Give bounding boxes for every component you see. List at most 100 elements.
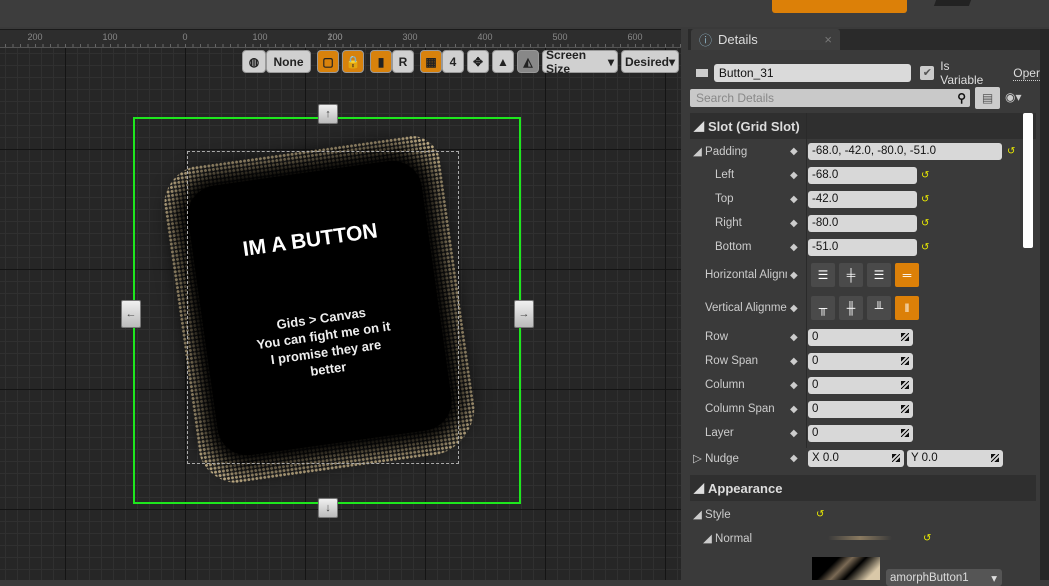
arrow-down-icon[interactable]: ↓ [318,498,338,518]
vertical-alignment-label: Vertical Alignment [705,302,787,314]
ruler-tick: 300 [402,32,418,42]
reset-icon[interactable]: ↺ [921,242,929,253]
section-slot[interactable]: ◢ Slot (Grid Slot) [690,113,1036,139]
section-appearance[interactable]: ◢ Appearance [690,475,1036,501]
ruler-tick: 200 [27,32,43,42]
image-asset-dropdown[interactable]: amorphButton1 ▾ [886,569,1002,586]
spin-icon [901,381,909,389]
brush-preview [828,536,892,540]
ruler-tick: 100 [102,32,118,42]
nudge-y-value: Y 0.0 [911,452,938,464]
binding-icon[interactable]: ◆ [790,404,798,415]
spin-icon [892,454,900,462]
arrow-right-icon[interactable]: → [514,300,534,328]
layer-label: Layer [705,427,734,439]
reset-icon[interactable]: ↺ [1007,146,1015,157]
bottom-label: Bottom [715,241,752,253]
row-input[interactable]: 0 [808,328,913,346]
binding-icon[interactable]: ◆ [790,242,798,253]
search-details-input[interactable]: Search Details ⚲ [690,89,970,107]
tab-details[interactable]: ⓘ Details × [691,29,840,50]
padding-input[interactable]: -68.0, -42.0, -80.0, -51.0 [808,142,1002,160]
padding-left-input[interactable]: -68.0 [808,166,917,184]
binding-icon[interactable]: ◆ [790,332,798,343]
arrow-left-icon[interactable]: ← [121,300,141,328]
close-icon[interactable]: × [824,32,832,47]
binding-icon[interactable]: ◆ [790,453,798,464]
arrow-up-icon[interactable]: ↑ [318,104,338,124]
screen-size-dropdown[interactable]: Screen Size ▾ [542,47,618,76]
is-variable-checkbox[interactable]: ✔ [920,66,935,80]
row-span-input[interactable]: 0 [808,352,913,370]
expand-icon[interactable]: ▷ [693,453,702,465]
padding-row: ◢ Padding ◆ -68.0, -42.0, -80.0, -51.0 ↺ [688,139,1034,163]
globe-icon[interactable]: ◍ [242,50,266,73]
layer-input[interactable]: 0 [808,424,913,442]
binding-icon[interactable]: ◆ [790,380,798,391]
column-label: Column [705,379,745,391]
open-link[interactable]: Oper [1013,66,1040,81]
reset-icon[interactable]: ↺ [921,170,929,181]
texture-thumbnail[interactable] [812,557,880,580]
background-image-icon[interactable]: ▲ [492,50,514,73]
ruler-tick: 0 [182,32,188,42]
zoom-fit-icon[interactable]: ✥ [467,50,489,73]
binding-icon[interactable]: ◆ [790,270,798,281]
binding-icon[interactable]: ◆ [790,303,798,314]
padding-bottom-input[interactable]: -51.0 [808,238,917,256]
flip-icon[interactable]: ◭ [517,50,539,73]
binding-icon[interactable]: ◆ [790,218,798,229]
spin-icon [901,333,909,341]
column-span-input[interactable]: 0 [808,400,913,418]
normal-label: Normal [715,533,753,545]
row-label: Row [705,331,729,343]
toolbar-icon[interactable] [933,0,972,6]
visibility-eye-icon[interactable]: ◉▾ [1005,90,1022,104]
align-center-icon[interactable]: ╪ [839,263,863,287]
layer-value: 0 [812,427,819,439]
lock-icon[interactable]: 🔒 [342,50,364,73]
grid-snap-icon[interactable]: ▦ [420,50,442,73]
padding-top-input[interactable]: -42.0 [808,190,917,208]
widget-name-input[interactable]: Button_31 [713,64,912,82]
ruler-tick: 600 [627,32,643,42]
reset-icon[interactable]: ↺ [921,218,929,229]
ruler-tick: 200 [327,32,343,42]
padding-label: Padding [705,146,748,158]
binding-icon[interactable]: ◆ [790,194,798,205]
binding-icon[interactable]: ◆ [790,170,798,181]
binding-icon[interactable]: ◆ [790,428,798,439]
style-label: Style [705,509,731,521]
binding-icon[interactable]: ◆ [790,146,798,157]
spin-icon [991,454,999,462]
right-label: Right [715,217,742,229]
column-input[interactable]: 0 [808,376,913,394]
nudge-x-input[interactable]: X 0.0 [808,449,904,467]
compile-button[interactable] [772,0,907,13]
localization-dropdown[interactable]: None [266,50,311,73]
align-fill-vertical-icon[interactable]: ‖ [895,296,919,320]
align-right-icon[interactable]: ☰ [867,263,891,287]
align-bottom-icon[interactable]: ╨ [867,296,891,320]
grid-size-dropdown[interactable]: 4 [442,50,464,73]
align-top-icon[interactable]: ╥ [811,296,835,320]
property-matrix-icon[interactable]: ▤ [975,87,1000,109]
screen-size-label: Screen Size [546,47,587,76]
align-left-icon[interactable]: ☰ [811,263,835,287]
r-toggle[interactable]: R [392,50,414,73]
nudge-y-input[interactable]: Y 0.0 [907,449,1003,467]
reset-icon[interactable]: ↺ [921,194,929,205]
align-fill-icon[interactable]: ═ [895,263,919,287]
binding-icon[interactable]: ◆ [790,356,798,367]
desired-dropdown[interactable]: Desired ▾ [621,50,679,73]
section-title: Appearance [708,480,783,496]
reset-icon[interactable]: ↺ [923,533,931,544]
padding-right-input[interactable]: -80.0 [808,214,917,232]
respect-locks-icon[interactable]: ▮ [370,50,392,73]
horizontal-ruler: 200 100 0 100 100 200 300 400 500 600 [0,30,681,48]
outline-toggle-icon[interactable]: ▢ [317,50,339,73]
reset-icon[interactable]: ↺ [816,509,824,520]
designer-canvas[interactable]: 200 100 0 100 100 200 300 400 500 600 ◍ … [0,29,681,580]
nudge-x-value: X 0.0 [812,452,839,464]
align-middle-icon[interactable]: ╫ [839,296,863,320]
